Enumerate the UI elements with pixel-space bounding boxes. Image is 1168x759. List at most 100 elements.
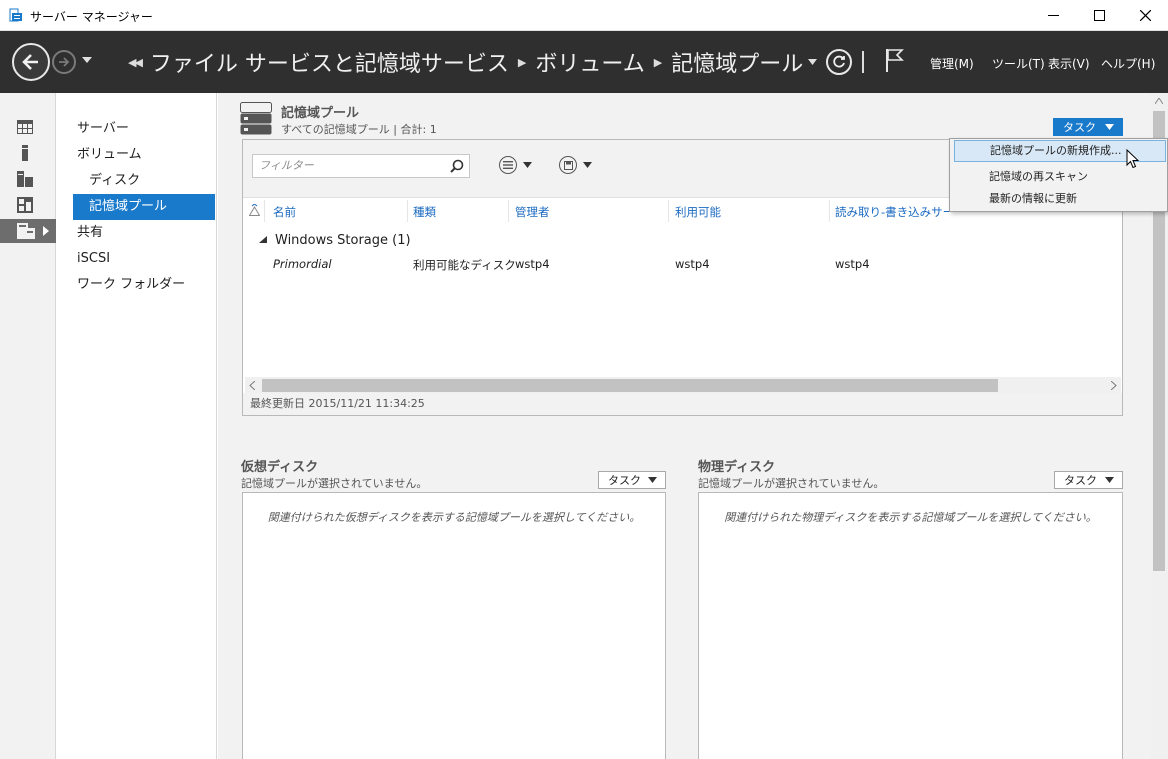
breadcrumb: ◀◀ ファイル サービスと記憶域サービス ▶ ボリューム ▶ 記憶域プール — [128, 47, 803, 77]
horizontal-scrollbar[interactable] — [245, 377, 1121, 394]
virtual-disks-title: 仮想ディスク — [241, 460, 319, 475]
close-button[interactable] — [1122, 0, 1168, 31]
rail-roles[interactable] — [0, 193, 56, 217]
chevron-down-icon — [583, 162, 592, 168]
chevron-down-icon — [1105, 477, 1114, 483]
nav-item-disks[interactable]: ディスク — [57, 168, 217, 194]
column-divider — [668, 200, 669, 222]
rail-file-services[interactable] — [0, 219, 56, 243]
local-server-icon — [22, 145, 28, 161]
list-icon — [499, 156, 517, 174]
filter-placeholder: フィルター — [259, 159, 314, 172]
menu-view[interactable]: 表示(V) — [1048, 55, 1090, 72]
arrow-right-icon — [59, 57, 70, 67]
arrow-left-icon — [22, 54, 38, 70]
title-bar: サーバー マネージャー — [0, 0, 1168, 31]
notification-flag-icon[interactable] — [884, 47, 904, 73]
save-query-button[interactable] — [559, 156, 592, 174]
last-updated-status: 最終更新日 2015/11/21 11:34:25 — [243, 393, 1122, 415]
chevron-down-icon — [1105, 124, 1114, 130]
nav-item-shares[interactable]: 共有 — [57, 220, 217, 246]
column-header-rw-server[interactable]: 読み取り-書き込みサーバ — [835, 202, 950, 222]
rail-all-servers[interactable] — [0, 167, 56, 191]
cell-manager: wstp4 — [515, 257, 550, 271]
menu-item-refresh[interactable]: 最新の情報に更新 — [954, 189, 1166, 211]
physical-disks-task-button[interactable]: タスク — [1054, 471, 1123, 489]
list-options-button[interactable] — [499, 156, 532, 174]
nav-item-servers[interactable]: サーバー — [57, 116, 217, 142]
window-title: サーバー マネージャー — [30, 10, 153, 24]
column-header-name[interactable]: 名前 — [273, 202, 296, 222]
nav-item-iscsi[interactable]: iSCSI — [57, 246, 217, 272]
virtual-disks-subtitle: 記憶域プールが選択されていません。 — [241, 477, 428, 490]
breadcrumb-file-services[interactable]: ファイル サービスと記憶域サービス — [150, 46, 509, 78]
nav-tree: サーバー ボリューム ディスク 記憶域プール 共有 iSCSI ワーク フォルダ… — [57, 93, 217, 759]
header-divider — [862, 51, 864, 73]
column-header-available[interactable]: 利用可能 — [675, 202, 721, 222]
scroll-left-icon[interactable] — [249, 381, 255, 390]
dashboard-icon — [17, 120, 33, 134]
column-divider — [508, 200, 509, 222]
scroll-up-icon[interactable] — [1155, 98, 1163, 104]
collapse-group-icon[interactable] — [259, 236, 267, 243]
column-header-manager[interactable]: 管理者 — [515, 202, 550, 222]
breadcrumb-storage-pools: 記憶域プール — [671, 52, 804, 77]
rail-local-server[interactable] — [0, 141, 56, 165]
forward-button[interactable] — [52, 50, 76, 74]
mouse-cursor-icon — [1126, 149, 1140, 169]
pools-subtitle: すべての記憶域プール | 合計: 1 — [281, 123, 437, 136]
roles-icon — [17, 197, 33, 213]
pools-title: 記憶域プール — [281, 106, 360, 121]
menu-manage[interactable]: 管理(M) — [930, 55, 974, 72]
menu-help[interactable]: ヘルプ(H) — [1101, 55, 1155, 72]
menu-tools[interactable]: ツール(T) — [992, 55, 1045, 72]
nav-item-work-folders[interactable]: ワーク フォルダー — [57, 272, 217, 298]
column-divider — [829, 200, 830, 222]
header-bar: ◀◀ ファイル サービスと記憶域サービス ▶ ボリューム ▶ 記憶域プール 管理… — [0, 31, 1168, 93]
back-button[interactable] — [12, 43, 50, 81]
cell-available: wstp4 — [675, 257, 710, 271]
maximize-button[interactable] — [1076, 0, 1122, 31]
server-manager-icon — [9, 8, 22, 22]
column-header-type[interactable]: 種類 — [413, 202, 436, 222]
all-servers-icon — [17, 171, 33, 187]
chevron-down-icon — [523, 162, 532, 168]
cell-name[interactable]: Primordial — [273, 257, 332, 271]
breadcrumb-separator-icon: ▶ — [517, 55, 527, 69]
cell-rw-server: wstp4 — [835, 257, 870, 271]
pools-task-button[interactable]: タスク — [1053, 118, 1123, 136]
virtual-disks-task-button[interactable]: タスク — [598, 471, 666, 489]
minimize-button[interactable] — [1030, 0, 1076, 31]
scroll-right-icon[interactable] — [1111, 381, 1117, 390]
file-services-icon — [17, 223, 35, 239]
history-dropdown-icon[interactable] — [82, 57, 92, 63]
storage-pool-icon — [240, 102, 272, 135]
task-label: タスク — [1063, 121, 1096, 134]
search-icon[interactable] — [450, 159, 464, 173]
group-header[interactable]: Windows Storage (1) — [275, 233, 411, 248]
rail-dashboard[interactable] — [0, 115, 56, 139]
icon-rail — [0, 93, 56, 759]
horizontal-scrollbar-thumb[interactable] — [262, 379, 998, 392]
warning-column-icon[interactable] — [249, 204, 260, 216]
virtual-disks-panel: 関連付けられた仮想ディスクを表示する記憶域プールを選択してください。 — [242, 492, 666, 759]
save-icon — [559, 156, 577, 174]
physical-disks-empty-message: 関連付けられた物理ディスクを表示する記憶域プールを選択してください。 — [724, 511, 1097, 524]
refresh-icon — [833, 55, 845, 68]
nav-item-volumes[interactable]: ボリューム — [57, 142, 217, 168]
physical-disks-subtitle: 記憶域プールが選択されていません。 — [698, 477, 885, 490]
menu-item-rescan-storage[interactable]: 記憶域の再スキャン — [954, 167, 1166, 189]
breadcrumb-volumes[interactable]: ボリューム — [535, 46, 644, 78]
nav-item-storage-pools[interactable]: 記憶域プール — [73, 194, 215, 220]
breadcrumb-separator-icon: ▶ — [653, 55, 663, 69]
filter-input[interactable]: フィルター — [252, 154, 470, 178]
task-label: タスク — [1064, 474, 1097, 487]
breadcrumb-overflow-icon[interactable]: ◀◀ — [128, 56, 143, 69]
refresh-button[interactable] — [826, 49, 852, 75]
column-divider — [264, 200, 265, 222]
chevron-right-icon — [43, 226, 49, 236]
physical-disks-panel: 関連付けられた物理ディスクを表示する記憶域プールを選択してください。 — [698, 492, 1123, 759]
chevron-down-icon[interactable] — [808, 59, 817, 65]
column-divider — [407, 200, 408, 222]
chevron-down-icon — [648, 477, 657, 483]
